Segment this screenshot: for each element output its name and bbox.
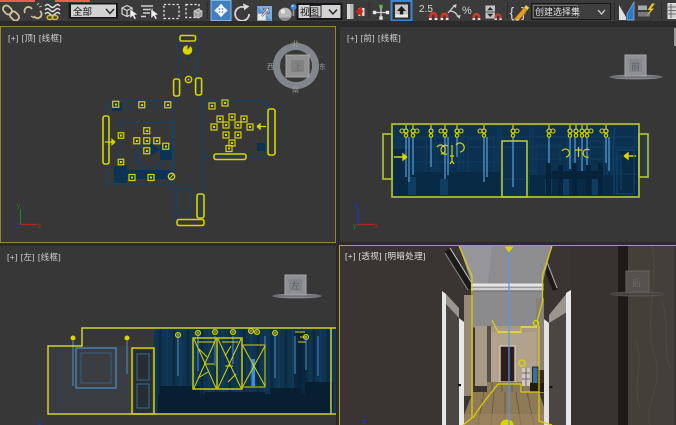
svg-text:前: 前 (631, 61, 640, 72)
svg-text:y: y (17, 201, 21, 210)
svg-text:x: x (375, 221, 379, 230)
svg-text:z: z (355, 201, 359, 210)
svg-text:y: y (353, 223, 357, 230)
svg-text:左: 左 (291, 280, 300, 291)
svg-text:z: z (362, 417, 366, 425)
svg-text:创建选择集: 创建选择集 (535, 6, 580, 17)
svg-text:南: 南 (292, 85, 299, 94)
svg-text:后: 后 (632, 278, 641, 288)
svg-text:z: z (38, 418, 42, 425)
svg-text:%: % (462, 5, 472, 17)
svg-text:西: 西 (267, 63, 274, 71)
svg-text:北: 北 (292, 40, 299, 48)
svg-text:上: 上 (294, 62, 303, 72)
svg-text:全部: 全部 (73, 6, 92, 18)
svg-text:x: x (38, 221, 42, 230)
svg-text:z: z (16, 221, 20, 230)
svg-text:东: 东 (319, 62, 326, 71)
